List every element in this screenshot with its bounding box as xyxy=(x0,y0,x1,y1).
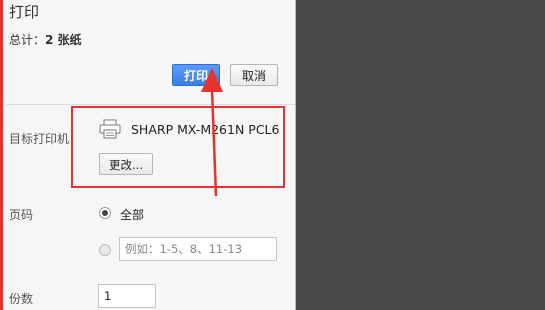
destination-label: 目标打印机 xyxy=(9,132,70,146)
pages-all-label: 全部 xyxy=(120,208,145,222)
print-preview-area xyxy=(296,0,545,310)
pages-custom-radio[interactable] xyxy=(99,244,111,256)
pages-custom-input[interactable] xyxy=(119,237,277,261)
pages-all-radio[interactable] xyxy=(99,207,111,219)
printer-icon xyxy=(99,119,121,139)
summary-prefix: 总计： xyxy=(9,33,46,47)
print-settings-panel: 打印 总计：2 张纸 打印 取消 目标打印机 SHARP MX-M261N PC… xyxy=(0,0,298,310)
copies-label: 份数 xyxy=(9,292,34,306)
sheet-summary: 总计：2 张纸 xyxy=(9,31,82,48)
copies-input[interactable] xyxy=(98,284,156,308)
summary-value: 2 张纸 xyxy=(45,33,82,47)
section-divider xyxy=(6,104,298,105)
dialog-title: 打印 xyxy=(9,3,40,21)
change-printer-button[interactable]: 更改... xyxy=(99,153,153,175)
pages-label: 页码 xyxy=(9,208,34,222)
print-button[interactable]: 打印 xyxy=(172,64,220,86)
cancel-button[interactable]: 取消 xyxy=(230,64,278,86)
printer-name: SHARP MX-M261N PCL6 xyxy=(131,122,280,137)
